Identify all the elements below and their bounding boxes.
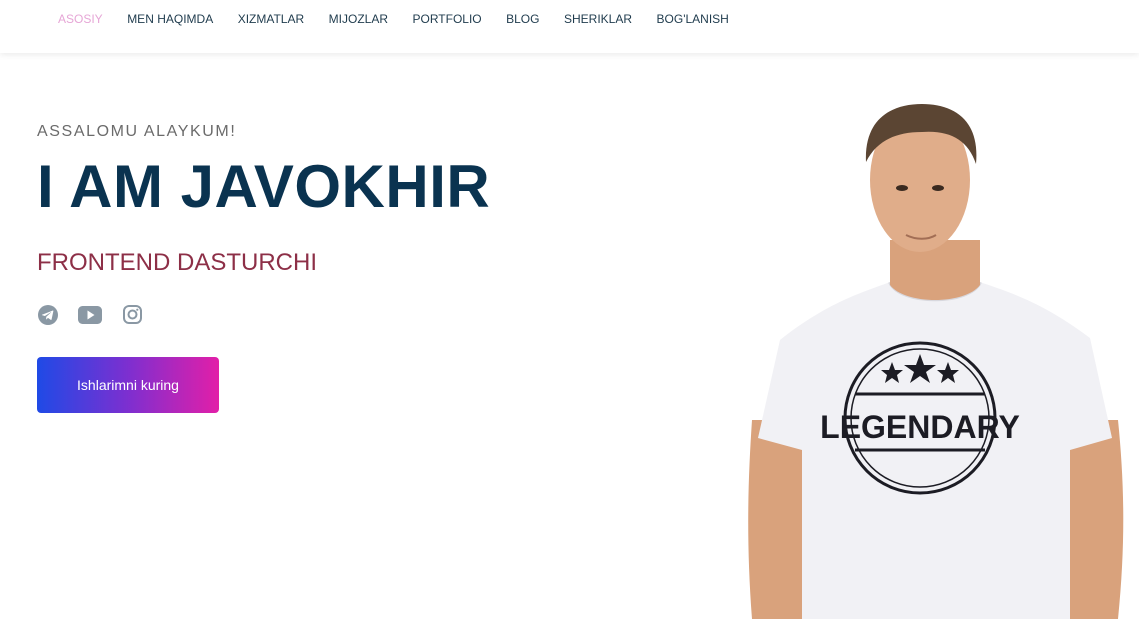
view-works-button[interactable]: Ishlarimni kuring <box>37 357 219 413</box>
nav-item-asosiy[interactable]: ASOSIY <box>58 12 103 26</box>
nav-item-boglanish[interactable]: BOG'LANISH <box>657 12 729 26</box>
nav-item-mijozlar[interactable]: MIJOZLAR <box>329 12 388 26</box>
hero-section: ASSALOMU ALAYKUM! I AM JAVOKHIR FRONTEND… <box>37 123 490 275</box>
nav-menu: ASOSIY MEN HAQIMDA XIZMATLAR MIJOZLAR PO… <box>58 12 753 26</box>
nav-item-portfolio[interactable]: PORTFOLIO <box>413 12 482 26</box>
nav-item-sheriklar[interactable]: SHERIKLAR <box>564 12 632 26</box>
hero-headline: I AM JAVOKHIR <box>37 153 491 220</box>
nav-item-blog[interactable]: BLOG <box>506 12 539 26</box>
hero-role: FRONTEND DASTURCHI <box>37 249 317 276</box>
youtube-icon[interactable] <box>78 304 102 325</box>
nav-item-men-haqimda[interactable]: MEN HAQIMDA <box>127 12 213 26</box>
nav-item-xizmatlar[interactable]: XIZMATLAR <box>238 12 304 26</box>
shirt-logo-text: LEGENDARY <box>820 409 1020 445</box>
hero-greeting: ASSALOMU ALAYKUM! <box>37 123 237 140</box>
top-navbar: ASOSIY MEN HAQIMDA XIZMATLAR MIJOZLAR PO… <box>0 0 1139 53</box>
instagram-icon[interactable] <box>122 304 143 325</box>
telegram-icon[interactable] <box>37 304 58 325</box>
hero-photo: LEGENDARY <box>748 104 1124 619</box>
social-links <box>37 304 152 325</box>
